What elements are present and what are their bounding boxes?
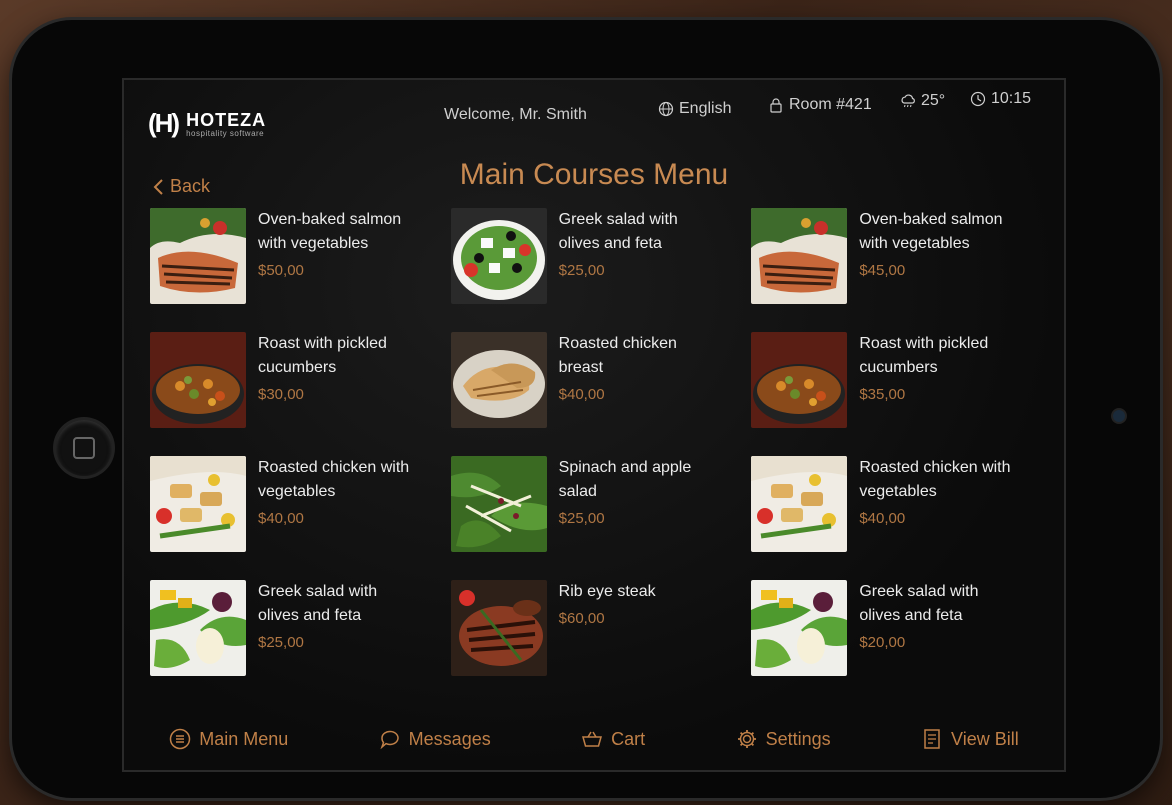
hoteza-logo: (H) HOTEZA hospitality software xyxy=(148,108,266,139)
nav-view-bill-label: View Bill xyxy=(951,728,1019,749)
nav-cart-label: Cart xyxy=(611,728,646,749)
gear-icon xyxy=(737,730,756,748)
dish-price: $40,00 xyxy=(859,510,906,527)
menu-item[interactable]: Roasted chicken breast $40,00 xyxy=(450,332,740,428)
dish-price: $60,00 xyxy=(558,610,605,627)
dish-photo[interactable] xyxy=(751,456,848,552)
menu-item[interactable]: Rib eye steak $60,00 xyxy=(450,580,740,676)
top-bar: (H) HOTEZA hospitality software Welcome,… xyxy=(124,80,1064,140)
dish-photo[interactable] xyxy=(751,208,848,304)
dish-name: Roast with pickled cucumbers xyxy=(258,335,387,376)
menu-item[interactable]: Oven-baked salmon with vegetables $50,00 xyxy=(150,208,439,304)
dish-name: Greek salad with olives and feta xyxy=(558,211,678,252)
dish-photo[interactable] xyxy=(150,208,246,304)
dish-photo[interactable] xyxy=(450,208,547,304)
room-label: Room #421 xyxy=(789,96,872,113)
dish-name: Roasted chicken breast xyxy=(558,335,677,376)
dish-price: $25,00 xyxy=(558,510,605,527)
dish-photo[interactable] xyxy=(150,456,246,552)
room-indicator: Room #421 xyxy=(768,96,872,114)
dish-photo[interactable] xyxy=(450,456,547,552)
nav-settings-label: Settings xyxy=(765,728,831,749)
temperature-label: 25° xyxy=(921,92,946,109)
nav-messages-label: Messages xyxy=(408,728,491,749)
dish-name: Oven-baked salmon with vegetables xyxy=(258,211,402,252)
dish-photo[interactable] xyxy=(751,580,848,676)
nav-messages[interactable]: Messages xyxy=(379,728,491,750)
language-label: English xyxy=(679,100,732,117)
language-selector[interactable]: English xyxy=(658,100,731,118)
cloud-rain-icon xyxy=(901,94,915,108)
dish-name: Oven-baked salmon with vegetables xyxy=(859,211,1003,252)
dish-name: Greek salad with olives and feta xyxy=(859,583,979,624)
receipt-icon xyxy=(924,729,940,749)
dish-photo[interactable] xyxy=(751,332,848,428)
menu-item[interactable]: Oven-baked salmon with vegetables $45,00 xyxy=(751,208,1040,304)
logo-mark-icon: (H) xyxy=(148,108,180,138)
menu-item[interactable]: Spinach and apple salad $25,00 xyxy=(450,456,740,552)
dish-price: $45,00 xyxy=(859,262,906,279)
menu-item[interactable]: Greek salad with olives and feta $25,00 xyxy=(450,208,740,304)
welcome-text: Welcome, Mr. Smith xyxy=(444,106,587,123)
dish-photo[interactable] xyxy=(450,580,547,676)
dish-photo[interactable] xyxy=(150,580,246,676)
dish-name: Roasted chicken with vegetables xyxy=(258,459,410,500)
menu-item[interactable]: Roasted chicken with vegetables $40,00 xyxy=(150,456,439,552)
bottom-nav: Main Menu Messages Cart Settings View Bi… xyxy=(124,708,1064,770)
menu-item[interactable]: Roasted chicken with vegetables $40,00 xyxy=(751,456,1040,552)
basket-icon xyxy=(582,731,603,747)
dish-name: Spinach and apple salad xyxy=(558,459,692,500)
dish-photo[interactable] xyxy=(150,332,246,428)
dish-price: $25,00 xyxy=(558,262,605,279)
logo-tagline: hospitality software xyxy=(186,128,265,138)
home-button[interactable] xyxy=(56,420,112,476)
menu-item[interactable]: Roast with pickled cucumbers $30,00 xyxy=(150,332,439,428)
globe-icon xyxy=(658,101,674,117)
lock-icon xyxy=(770,98,782,113)
menu-grid: Oven-baked salmon with vegetables $50,00 G… xyxy=(150,208,1040,676)
weather-indicator: 25° xyxy=(900,92,945,110)
dish-name: Rib eye steak xyxy=(558,583,656,600)
chat-bubble-icon xyxy=(380,730,399,750)
dish-price: $30,00 xyxy=(258,386,304,403)
dish-price: $35,00 xyxy=(859,386,906,403)
menu-item[interactable]: Roast with pickled cucumbers $35,00 xyxy=(751,332,1040,428)
front-camera xyxy=(1113,410,1125,422)
time-label: 10:15 xyxy=(991,90,1032,107)
menu-list-icon xyxy=(169,728,191,750)
dish-name: Roast with pickled cucumbers xyxy=(859,335,989,376)
nav-view-bill[interactable]: View Bill xyxy=(921,728,1019,750)
nav-main-menu-label: Main Menu xyxy=(199,728,289,749)
menu-item[interactable]: Greek salad with olives and feta $25,00 xyxy=(150,580,439,676)
page-title: Main Courses Menu xyxy=(459,158,729,191)
app-screen: (H) HOTEZA hospitality software Welcome,… xyxy=(122,78,1066,772)
clock-indicator: 10:15 xyxy=(970,90,1031,108)
dish-price: $40,00 xyxy=(258,510,304,527)
dish-photo[interactable] xyxy=(450,332,547,428)
nav-settings[interactable]: Settings xyxy=(736,728,831,750)
dish-name: Greek salad with olives and feta xyxy=(258,583,378,624)
nav-main-menu[interactable]: Main Menu xyxy=(169,728,288,750)
clock-icon xyxy=(970,91,986,107)
dish-price: $20,00 xyxy=(859,634,906,651)
dish-price: $25,00 xyxy=(258,634,304,651)
dish-name: Roasted chicken with vegetables xyxy=(859,459,1011,500)
logo-name: HOTEZA xyxy=(186,109,267,130)
nav-cart[interactable]: Cart xyxy=(581,728,645,750)
dish-price: $50,00 xyxy=(258,262,304,279)
menu-item[interactable]: Greek salad with olives and feta $20,00 xyxy=(751,580,1040,676)
dish-price: $40,00 xyxy=(558,386,605,403)
